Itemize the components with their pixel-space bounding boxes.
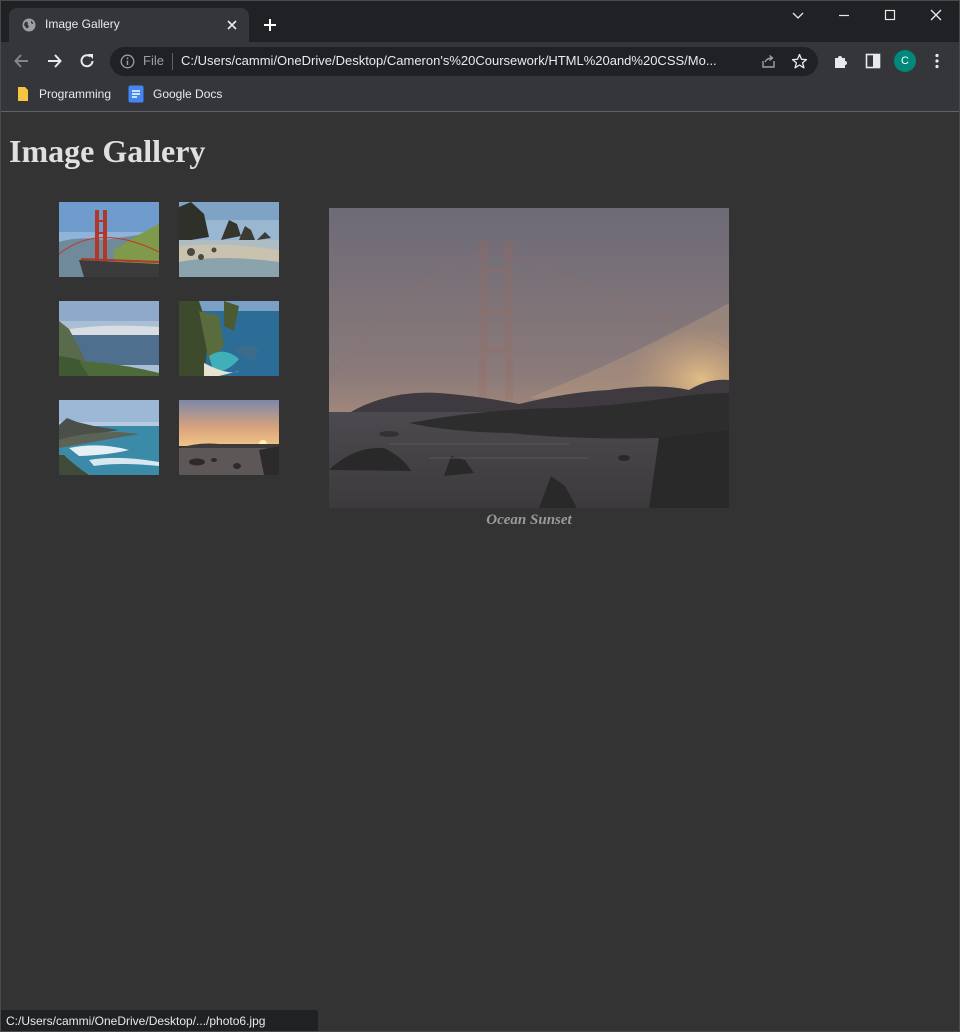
close-window-icon[interactable] (924, 6, 948, 26)
share-icon[interactable] (760, 53, 777, 70)
tab-image-gallery[interactable]: Image Gallery (9, 8, 249, 42)
thumbnail-surf-waves[interactable] (59, 400, 159, 475)
menu-kebab-icon[interactable] (927, 51, 947, 71)
close-tab-icon[interactable] (223, 16, 241, 34)
thumbnail-misty-coast[interactable] (59, 301, 159, 376)
profile-avatar[interactable]: C (894, 50, 916, 72)
bookmark-label: Programming (39, 87, 112, 101)
toolbar: File C:/Users/cammi/OneDrive/Desktop/Cam… (0, 42, 960, 80)
maximize-icon[interactable] (878, 6, 902, 26)
docs-icon (128, 85, 144, 103)
page-content: Image Gallery Ocean Sunset (0, 112, 960, 1032)
tab-strip: Image Gallery (0, 0, 960, 42)
surf-waves-image (59, 400, 159, 475)
folder-icon (18, 87, 28, 101)
url-text[interactable]: C:/Users/cammi/OneDrive/Desktop/Cameron'… (181, 53, 751, 68)
bookmark-google-docs[interactable]: Google Docs (128, 84, 222, 104)
thumbnail-ocean-sunset[interactable] (179, 400, 279, 475)
url-scheme: File (143, 53, 164, 68)
info-icon[interactable] (120, 54, 135, 69)
thumbnail-waterfall-cove[interactable] (179, 301, 279, 376)
photo-caption: Ocean Sunset (486, 512, 572, 528)
bookmarks-bar: Programming Google Docs (0, 80, 960, 111)
page-title: Image Gallery (9, 133, 206, 169)
url-divider (172, 53, 173, 70)
back-icon[interactable] (12, 51, 32, 71)
rocky-cove-image (179, 202, 279, 277)
address-bar[interactable]: File C:/Users/cammi/OneDrive/Desktop/Cam… (110, 47, 818, 76)
minimize-icon[interactable] (832, 6, 856, 26)
ocean-sunset-overlay-image (329, 208, 729, 508)
tab-search-icon[interactable] (786, 6, 810, 26)
main-photo (329, 208, 729, 508)
golden-gate-image (59, 202, 159, 277)
thumbnail-rocky-cove[interactable] (179, 202, 279, 277)
thumbnail-golden-gate[interactable] (59, 202, 159, 277)
tab-title: Image Gallery (45, 17, 120, 31)
reload-icon[interactable] (77, 51, 97, 71)
side-panel-icon[interactable] (863, 51, 883, 71)
status-bar: C:/Users/cammi/OneDrive/Desktop/.../phot… (0, 1010, 318, 1032)
forward-icon[interactable] (44, 51, 64, 71)
browser-chrome: Image Gallery File C:/Users/cammi/OneDri… (0, 0, 960, 112)
new-tab-icon[interactable] (260, 15, 280, 35)
bookmark-label: Google Docs (153, 87, 223, 101)
extensions-icon[interactable] (831, 51, 851, 71)
globe-icon (22, 18, 36, 32)
bookmark-programming[interactable]: Programming (16, 84, 111, 104)
misty-coast-image (59, 301, 159, 376)
waterfall-cove-image (179, 301, 279, 376)
ocean-sunset-image (179, 400, 279, 475)
status-url: C:/Users/cammi/OneDrive/Desktop/.../phot… (6, 1014, 266, 1028)
bookmark-star-icon[interactable] (791, 53, 808, 70)
